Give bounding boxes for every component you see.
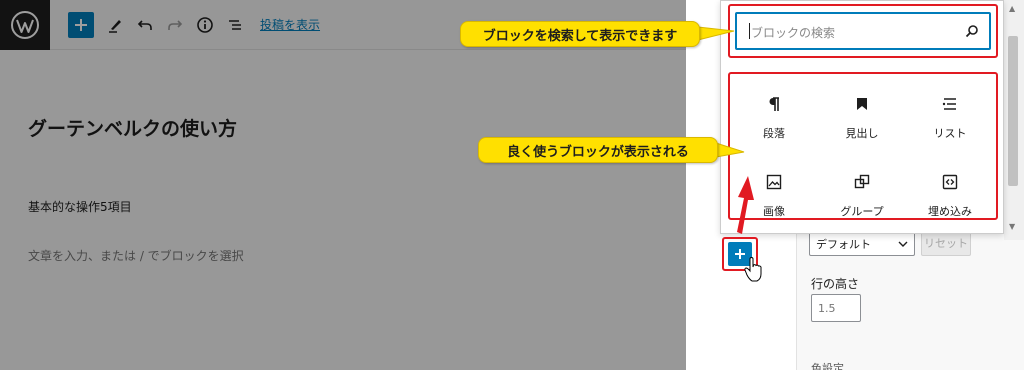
color-settings-label: 色設定 bbox=[811, 362, 844, 370]
hand-cursor-icon bbox=[744, 257, 762, 282]
font-size-value: デフォルト bbox=[816, 238, 871, 251]
dim-overlay bbox=[0, 0, 686, 370]
scroll-down-arrow-icon[interactable]: ▼ bbox=[1009, 222, 1015, 231]
blocks-callout: 良く使うブロックが表示される bbox=[478, 137, 718, 163]
chevron-down-icon bbox=[898, 241, 908, 247]
line-height-label: 行の高さ bbox=[811, 277, 860, 291]
scrollbar-thumb[interactable] bbox=[1008, 36, 1018, 186]
search-callout: ブロックを検索して表示できます bbox=[460, 21, 700, 47]
search-highlight-frame bbox=[728, 4, 998, 58]
scroll-up-arrow-icon[interactable]: ▲ bbox=[1009, 4, 1015, 13]
line-height-input[interactable]: 1.5 bbox=[811, 294, 861, 322]
blocks-highlight-frame bbox=[728, 72, 998, 220]
